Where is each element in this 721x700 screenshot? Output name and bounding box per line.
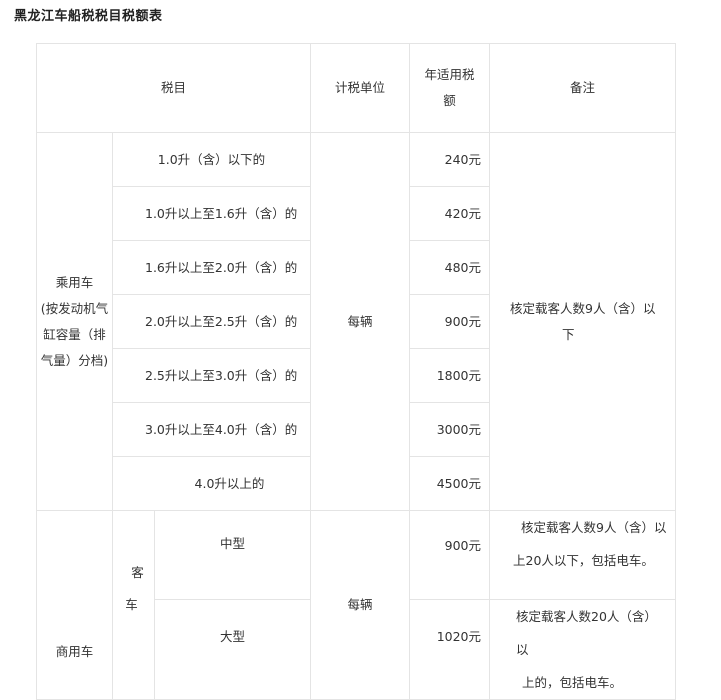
tax-amount: 240元	[409, 132, 490, 187]
bus-subcategory-line1: 客	[131, 565, 144, 580]
table-row: 乘用车 (按发动机气 缸容量（排 气量）分档) 1.0升（含）以下的 每辆 24…	[36, 132, 676, 511]
header-annual-rate: 年适用税 额	[409, 43, 490, 133]
tax-amount: 480元	[409, 240, 490, 295]
passenger-category-line: 缸容量（排	[43, 326, 106, 342]
tax-amount: 4500元	[409, 456, 490, 511]
displacement-label: 1.0升（含）以下的	[112, 132, 311, 187]
header-annual-rate-line2: 额	[443, 93, 456, 108]
bus-note-line2: 上的，包括电车。	[522, 675, 623, 690]
tax-amount: 900元	[409, 294, 490, 349]
bus-note: 核定载客人数9人（含）以 上20人以下，包括电车。	[489, 510, 676, 600]
table-header-row: 税目 计税单位 年适用税 额 备注	[36, 43, 676, 133]
displacement-label: 1.6升以上至2.0升（含）的	[112, 240, 311, 295]
commercial-unit: 每辆	[310, 510, 410, 700]
tax-amount: 420元	[409, 186, 490, 241]
header-annual-rate-line1: 年适用税	[424, 67, 475, 82]
bus-size-label: 大型	[154, 599, 311, 700]
displacement-label: 4.0升以上的	[112, 456, 311, 511]
bus-note-line2: 上20人以下，包括电车。	[513, 553, 654, 568]
tax-amount: 1800元	[409, 348, 490, 403]
tax-amount: 900元	[409, 510, 490, 600]
displacement-label: 2.0升以上至2.5升（含）的	[112, 294, 311, 349]
bus-note: 核定载客人数20人（含）以 上的，包括电车。	[489, 599, 676, 700]
displacement-label: 2.5升以上至3.0升（含）的	[112, 348, 311, 403]
bus-note-line1: 核定载客人数9人（含）以	[521, 520, 667, 535]
header-note: 备注	[489, 43, 676, 133]
passenger-category-line: 乘用车	[55, 274, 94, 290]
tax-amount: 3000元	[409, 402, 490, 457]
page-title: 黑龙江车船税税目税额表	[14, 9, 163, 24]
passenger-note-line1: 核定载客人数9人（含）以	[510, 300, 656, 316]
bus-size-label: 中型	[154, 510, 311, 600]
commercial-category: 商用车	[36, 510, 113, 700]
displacement-label: 1.0升以上至1.6升（含）的	[112, 186, 311, 241]
header-item: 税目	[36, 43, 311, 133]
tax-rate-table: 税目 计税单位 年适用税 额 备注 乘用车 (按发动机气 缸容量（排 气量）分档…	[36, 43, 676, 700]
table-row: 商用车 客 车 中型 每辆 900元 核定载客人数9人（含）以 上20人以下，包…	[36, 510, 676, 700]
bus-subcategory-line2: 车	[125, 597, 138, 612]
bus-subcategory: 客 车	[112, 510, 155, 700]
passenger-unit: 每辆	[310, 132, 410, 511]
passenger-note-line2: 下	[562, 326, 575, 342]
tax-amount: 1020元	[409, 599, 490, 700]
header-unit: 计税单位	[310, 43, 410, 133]
passenger-note: 核定载客人数9人（含）以 下	[489, 132, 676, 511]
passenger-category-line: 气量）分档)	[40, 352, 109, 368]
displacement-label: 3.0升以上至4.0升（含）的	[112, 402, 311, 457]
passenger-category: 乘用车 (按发动机气 缸容量（排 气量）分档)	[36, 132, 113, 511]
bus-note-line1: 核定载客人数20人（含）以	[516, 609, 657, 657]
passenger-category-line: (按发动机气	[40, 300, 109, 316]
